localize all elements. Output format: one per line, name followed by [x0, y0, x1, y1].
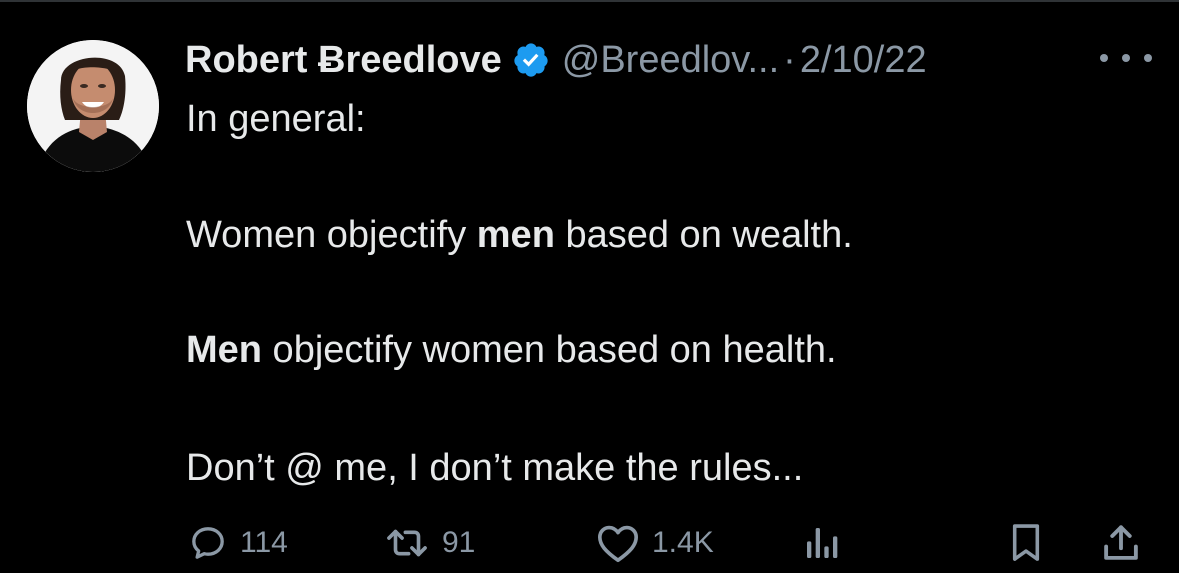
retweet-icon — [384, 523, 430, 563]
like-button[interactable]: 1.4K — [596, 515, 714, 571]
retweet-count: 91 — [442, 526, 476, 559]
share-button[interactable] — [1100, 515, 1142, 571]
more-horizontal-icon[interactable] — [1100, 46, 1152, 70]
reply-icon — [188, 523, 228, 563]
more-dot — [1144, 54, 1152, 62]
retweet-button[interactable]: 91 — [384, 515, 475, 571]
timestamp[interactable]: 2/10/22 — [800, 36, 927, 84]
verified-badge-icon — [512, 41, 550, 79]
display-name[interactable]: Robert Ƀreedlove — [185, 36, 502, 84]
tweet-text-intro: In general: — [186, 98, 366, 140]
reply-button[interactable]: 114 — [188, 515, 288, 571]
tweet[interactable]: Robert Ƀreedlove @Breedlov... · 2/10/22 … — [0, 0, 1179, 573]
bookmark-icon — [1006, 522, 1046, 564]
tweet-text-line1-start: Women objectify — [186, 214, 477, 256]
tweet-text-line3: Don’t @ me, I don’t make the rules... — [186, 447, 804, 489]
more-dot — [1122, 54, 1130, 62]
avatar[interactable] — [27, 40, 159, 172]
separator: · — [783, 39, 796, 81]
tweet-text-line1-emphasis: men — [476, 214, 555, 256]
bookmark-button[interactable] — [1006, 515, 1046, 571]
like-count: 1.4K — [652, 526, 714, 559]
tweet-text-line2-end: objectify women based on health. — [262, 329, 837, 371]
tweet-text-line2-emphasis: Men — [186, 329, 262, 371]
action-bar: 114 91 1.4K — [0, 515, 1179, 571]
tweet-text-line1: Women objectify men based on wealth. — [186, 212, 853, 258]
handle[interactable]: @Breedlov... — [562, 36, 779, 84]
tweet-text-line2: Men objectify women based on health. — [186, 327, 837, 373]
heart-icon — [596, 523, 640, 563]
share-icon — [1100, 522, 1142, 564]
avatar-photo — [27, 40, 159, 172]
more-dot — [1100, 54, 1108, 62]
tweet-text-line1-end: based on wealth. — [554, 214, 853, 256]
views-icon — [802, 523, 842, 563]
views-button[interactable] — [802, 515, 842, 571]
tweet-header: Robert Ƀreedlove @Breedlov... · 2/10/22 — [185, 36, 927, 84]
reply-count: 114 — [240, 526, 288, 559]
